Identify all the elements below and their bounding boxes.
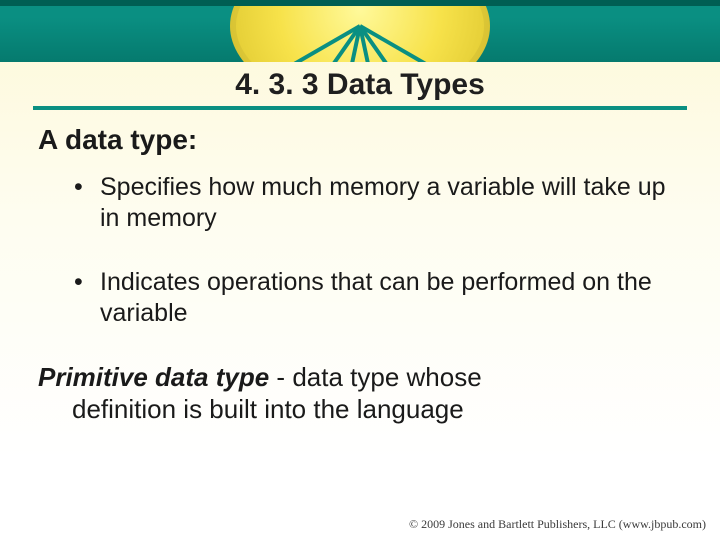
subheading: A data type: bbox=[38, 124, 686, 156]
title-area: 4. 3. 3 Data Types bbox=[0, 68, 720, 110]
definition-separator: - bbox=[269, 362, 292, 392]
slide-content: A data type: Specifies how much memory a… bbox=[38, 124, 686, 425]
definition-body-line1: data type whose bbox=[292, 362, 481, 392]
definition: Primitive data type - data type whose de… bbox=[38, 362, 686, 425]
bullet-item: Indicates operations that can be perform… bbox=[74, 267, 686, 328]
slide: 4. 3. 3 Data Types A data type: Specifie… bbox=[0, 0, 720, 540]
bullet-item: Specifies how much memory a variable wil… bbox=[74, 172, 686, 233]
banner bbox=[0, 0, 720, 62]
definition-body-line2: definition is built into the language bbox=[38, 394, 686, 426]
banner-graphic bbox=[230, 0, 490, 62]
title-underline bbox=[33, 106, 687, 110]
bullet-list: Specifies how much memory a variable wil… bbox=[74, 172, 686, 328]
slide-title: 4. 3. 3 Data Types bbox=[235, 68, 485, 104]
definition-term: Primitive data type bbox=[38, 362, 269, 392]
copyright-footer: © 2009 Jones and Bartlett Publishers, LL… bbox=[409, 517, 706, 532]
